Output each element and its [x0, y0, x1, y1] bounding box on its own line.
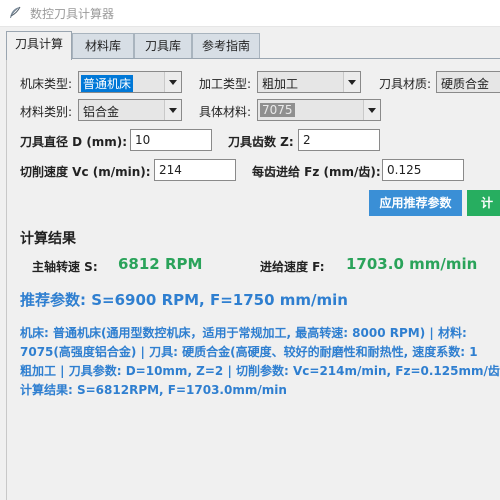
feed-speed-value: 1703.0 mm/min [346, 255, 478, 273]
apply-recommended-button[interactable]: 应用推荐参数 [369, 190, 462, 216]
cutting-speed-input[interactable] [154, 159, 236, 181]
tab-material-library[interactable]: 材料库 [72, 33, 134, 59]
process-type-label: 加工类型: [199, 77, 252, 91]
machine-type-label: 机床类型: [20, 77, 73, 91]
feed-per-tooth-input[interactable] [382, 159, 464, 181]
detail-line: 7075(高强度铝合金) | 刀具: 硬质合金(高硬度、较好的耐磨性和耐热性, … [20, 345, 478, 359]
tab-reference-guide[interactable]: 参考指南 [192, 33, 260, 59]
results-heading: 计算结果 [20, 231, 76, 247]
title-bar: 数控刀具计算器 [0, 0, 500, 27]
calculate-button[interactable]: 计算 [467, 190, 500, 216]
material-category-select[interactable]: 铝合金 [78, 99, 182, 121]
chevron-down-icon[interactable] [343, 72, 360, 92]
feather-icon [10, 6, 21, 18]
spindle-speed-value: 6812 RPM [118, 255, 203, 273]
tool-calculation-pane [6, 59, 500, 500]
tool-material-label: 刀具材质: [379, 77, 432, 91]
recommended-parameters: 推荐参数: S=6900 RPM, F=1750 mm/min [20, 291, 348, 309]
detail-line: 机床: 普通机床(通用型数控机床，适用于常规加工, 最高转速: 8000 RPM… [20, 326, 467, 340]
chevron-down-icon[interactable] [164, 72, 181, 92]
calculation-details: 机床: 普通机床(通用型数控机床，适用于常规加工, 最高转速: 8000 RPM… [20, 324, 500, 400]
specific-material-select[interactable]: 7075 [257, 99, 381, 121]
feed-speed-label: 进给速度 F: [260, 260, 325, 274]
machine-type-select[interactable]: 普通机床 [78, 71, 182, 93]
tool-material-select[interactable]: 硬质合金 [436, 71, 500, 93]
tab-tool-library[interactable]: 刀具库 [134, 33, 192, 59]
window-title: 数控刀具计算器 [30, 7, 115, 21]
detail-line: 粗加工 | 刀具参数: D=10mm, Z=2 | 切削参数: Vc=214m/… [20, 364, 500, 378]
chevron-down-icon[interactable] [164, 100, 181, 120]
teeth-count-field[interactable] [299, 130, 379, 150]
detail-line: 计算结果: S=6812RPM, F=1703.0mm/min [20, 383, 287, 397]
process-type-select[interactable]: 粗加工 [257, 71, 361, 93]
teeth-count-input[interactable] [298, 129, 380, 151]
specific-material-label: 具体材料: [199, 105, 252, 119]
tool-diameter-input[interactable] [130, 129, 212, 151]
feed-per-tooth-label: 每齿进给 Fz (mm/齿): [252, 165, 381, 179]
tool-diameter-field[interactable] [131, 130, 211, 150]
teeth-count-label: 刀具齿数 Z: [228, 135, 294, 149]
spindle-speed-label: 主轴转速 S: [32, 260, 98, 274]
feed-per-tooth-field[interactable] [383, 160, 463, 180]
cutting-speed-label: 切削速度 Vc (m/min): [20, 165, 151, 179]
cutting-speed-field[interactable] [155, 160, 235, 180]
tool-diameter-label: 刀具直径 D (mm): [20, 135, 128, 149]
chevron-down-icon[interactable] [363, 100, 380, 120]
material-category-label: 材料类别: [20, 105, 73, 119]
tab-tool-calculation[interactable]: 刀具计算 [6, 31, 72, 60]
